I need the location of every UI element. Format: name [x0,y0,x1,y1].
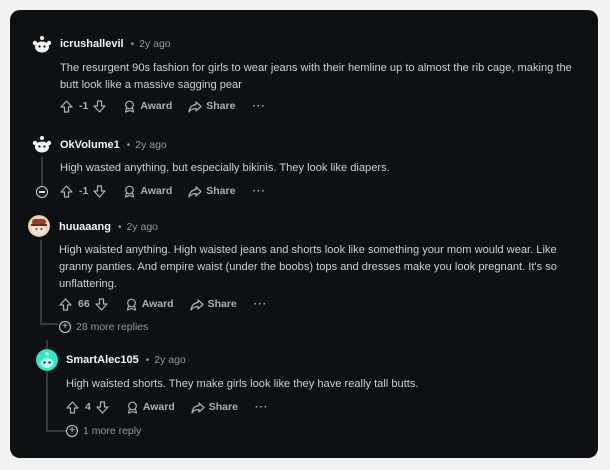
comment-thread: icrushallevil • 2y ago The resurgent 90s… [10,10,598,458]
vote-score: -1 [79,100,89,112]
snoo-white-icon [31,133,53,155]
award-label: Award [142,401,175,413]
avatar[interactable] [31,33,53,55]
avatar[interactable] [28,215,50,237]
meta-separator: • [145,354,150,366]
comment-text: High waisted shorts. They make girls loo… [66,378,419,390]
share-label: Share [206,185,236,197]
share-icon [189,298,204,311]
upvote-icon[interactable] [60,99,73,113]
comment-time[interactable]: 2y ago [139,38,171,50]
award-button[interactable]: Award [126,401,175,414]
comment-time[interactable]: 2y ago [154,354,186,366]
comment-author[interactable]: icrushallevil [60,38,124,50]
snoo-teal-icon [36,349,58,371]
snoo-hat-icon [28,215,50,237]
comment-text: High waisted anything. High waisted jean… [59,244,557,290]
share-label: Share [207,298,237,310]
upvote-icon[interactable] [59,297,72,311]
award-label: Award [141,298,174,310]
share-icon [188,185,202,198]
plus-circle-icon: + [59,321,71,333]
downvote-icon[interactable] [95,297,108,311]
share-icon [188,100,202,113]
share-button[interactable]: Share [189,298,237,311]
plus-circle-icon: + [66,425,78,437]
comment-author[interactable]: huuaaang [59,221,111,233]
share-button[interactable]: Share [191,401,238,414]
share-icon [191,401,205,414]
vote-score: -1 [79,185,89,197]
collapse-thread-button[interactable] [36,186,48,198]
meta-separator: • [117,221,122,233]
comment-time[interactable]: 2y ago [126,221,158,233]
award-icon [125,185,135,198]
award-label: Award [140,100,173,112]
comment-author[interactable]: SmartAlec105 [66,354,139,366]
award-icon [125,100,135,113]
share-label: Share [206,100,236,112]
thread-line-curve [46,430,66,432]
award-button[interactable]: Award [123,185,172,198]
award-button[interactable]: Award [123,100,172,113]
award-icon [126,298,136,311]
upvote-icon[interactable] [60,184,73,198]
avatar[interactable] [31,133,53,155]
share-label: Share [208,401,238,413]
award-label: Award [140,185,173,197]
award-button[interactable]: Award [125,298,174,311]
more-replies-link[interactable]: + 28 more replies [59,321,148,333]
downvote-icon[interactable] [96,400,109,414]
minus-icon [39,191,45,193]
more-replies-label: 1 more reply [83,425,142,437]
share-button[interactable]: Share [188,185,235,198]
comment-text: High wasted anything, but especially bik… [60,162,390,174]
more-replies-label: 28 more replies [76,321,149,333]
share-button[interactable]: Share [188,100,235,113]
downvote-icon[interactable] [93,99,106,113]
comment-actions: 66 Award Share ··· [59,296,267,312]
upvote-icon[interactable] [66,400,79,414]
thread-line-curve [40,323,58,325]
more-options-button[interactable]: ··· [252,185,266,197]
vote-score: 66 [78,298,90,310]
more-options-button[interactable]: ··· [252,100,266,112]
thread-line[interactable] [40,240,42,324]
thread-line[interactable] [41,156,43,186]
comment-actions: 4 Award Share ··· [66,399,268,415]
award-icon [127,401,137,414]
avatar[interactable] [36,349,58,371]
meta-separator: • [130,38,135,50]
vote-score: 4 [85,401,91,413]
more-options-button[interactable]: ··· [255,401,269,413]
more-options-button[interactable]: ··· [254,298,268,310]
comment-actions: -1 Award Share ··· [60,98,266,114]
snoo-white-icon [31,33,53,55]
comment-author[interactable]: OkVolume1 [60,139,120,151]
comment-text: The resurgent 90s fashion for girls to w… [60,62,572,91]
comment-actions: -1 Award Share ··· [60,183,266,199]
downvote-icon[interactable] [93,184,106,198]
more-replies-link[interactable]: + 1 more reply [66,425,141,437]
meta-separator: • [126,139,131,151]
comment-time[interactable]: 2y ago [135,139,167,151]
